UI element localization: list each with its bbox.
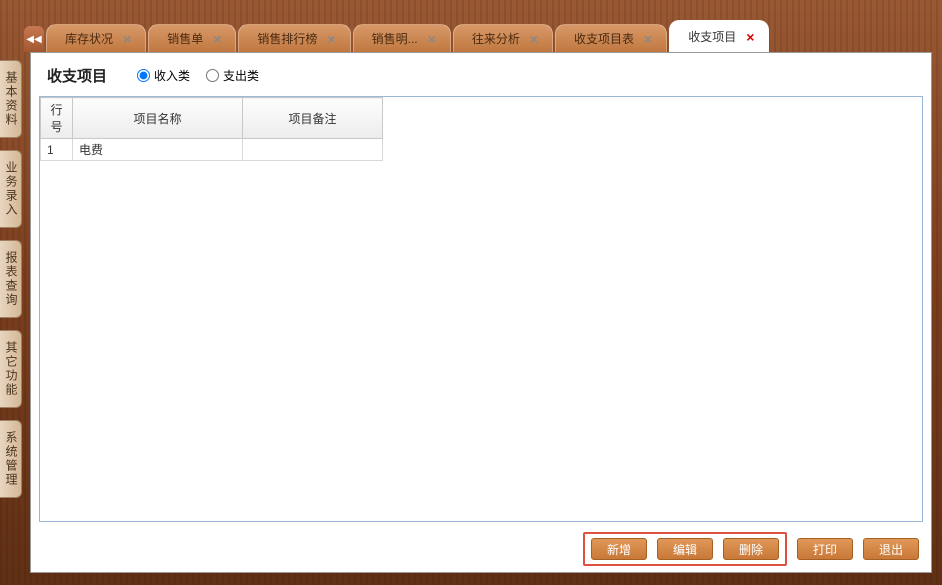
cell-rownum: 1 xyxy=(41,139,73,161)
tab-ar-analysis[interactable]: 往来分析 × xyxy=(453,24,553,52)
tab-sales-ranking[interactable]: 销售排行榜 × xyxy=(238,24,350,52)
tab-inventory-status[interactable]: 库存状况 × xyxy=(46,24,146,52)
panel-title: 收支项目 xyxy=(47,65,107,86)
tab-label: 收支项目表 xyxy=(574,30,634,47)
close-icon[interactable]: × xyxy=(327,32,335,46)
highlighted-button-group: 新增 编辑 删除 xyxy=(583,532,787,566)
tab-label: 往来分析 xyxy=(472,30,520,47)
col-header-rownum[interactable]: 行号 xyxy=(41,98,73,139)
table-row[interactable]: 1 电费 xyxy=(41,139,383,161)
sidebar-item-basic-data[interactable]: 基本资料 xyxy=(0,60,22,138)
delete-button[interactable]: 删除 xyxy=(723,538,779,560)
col-header-name[interactable]: 项目名称 xyxy=(73,98,243,139)
sidebar-item-other-functions[interactable]: 其它功能 xyxy=(0,330,22,408)
sidebar: 基本资料 业务录入 报表查询 其它功能 系统管理 xyxy=(0,60,22,510)
close-icon[interactable]: × xyxy=(213,32,221,46)
close-icon[interactable]: × xyxy=(644,32,652,46)
radio-income-label: 收入类 xyxy=(154,67,190,84)
radio-expense[interactable]: 支出类 xyxy=(206,67,259,84)
close-icon[interactable]: × xyxy=(530,32,538,46)
sidebar-item-report-query[interactable]: 报表查询 xyxy=(0,240,22,318)
tab-label: 销售明... xyxy=(372,30,418,47)
tab-sales-detail[interactable]: 销售明... × xyxy=(353,24,451,52)
radio-income[interactable]: 收入类 xyxy=(137,67,190,84)
sidebar-item-business-entry[interactable]: 业务录入 xyxy=(0,150,22,228)
cell-name[interactable]: 电费 xyxy=(73,139,243,161)
main-panel: 收支项目 收入类 支出类 行号 项目名称 项目备注 1 xyxy=(30,52,932,573)
print-button[interactable]: 打印 xyxy=(797,538,853,560)
data-grid[interactable]: 行号 项目名称 项目备注 1 电费 xyxy=(39,96,923,522)
table-header-row: 行号 项目名称 项目备注 xyxy=(41,98,383,139)
add-button[interactable]: 新增 xyxy=(591,538,647,560)
close-icon[interactable]: × xyxy=(123,32,131,46)
category-radio-group: 收入类 支出类 xyxy=(137,67,259,84)
tab-label: 销售排行榜 xyxy=(257,30,317,47)
tab-income-expense-item[interactable]: 收支项目 × xyxy=(669,20,769,52)
edit-button[interactable]: 编辑 xyxy=(657,538,713,560)
tab-scroll-left-icon[interactable]: ◀◀ xyxy=(24,26,44,52)
panel-header: 收支项目 收入类 支出类 xyxy=(31,53,931,96)
cell-remark[interactable] xyxy=(243,139,383,161)
sidebar-item-system-management[interactable]: 系统管理 xyxy=(0,420,22,498)
tab-label: 库存状况 xyxy=(65,30,113,47)
radio-expense-label: 支出类 xyxy=(223,67,259,84)
col-header-remark[interactable]: 项目备注 xyxy=(243,98,383,139)
tab-label: 销售单 xyxy=(167,30,203,47)
close-icon[interactable]: × xyxy=(428,32,436,46)
tab-income-expense-sheet[interactable]: 收支项目表 × xyxy=(555,24,667,52)
radio-expense-input[interactable] xyxy=(206,69,219,82)
close-icon[interactable]: × xyxy=(746,30,754,44)
radio-income-input[interactable] xyxy=(137,69,150,82)
tab-label: 收支项目 xyxy=(688,28,736,45)
footer-toolbar: 新增 编辑 删除 打印 退出 xyxy=(31,522,931,572)
tab-sales-order[interactable]: 销售单 × xyxy=(148,24,236,52)
tab-bar: ◀◀ 库存状况 × 销售单 × 销售排行榜 × 销售明... × 往来分析 × … xyxy=(24,20,932,52)
exit-button[interactable]: 退出 xyxy=(863,538,919,560)
